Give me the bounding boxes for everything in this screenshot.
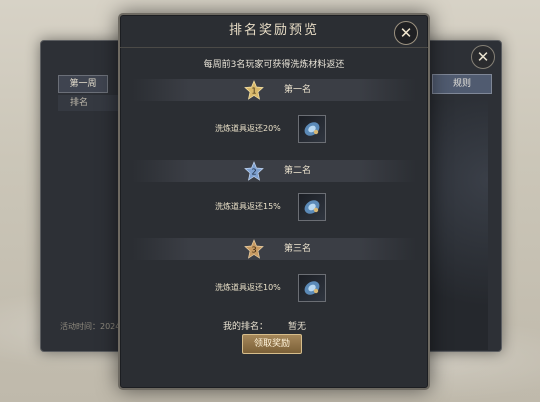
rank-label: 第一名 bbox=[284, 85, 312, 95]
close-icon: ✕ bbox=[399, 24, 413, 42]
close-icon: ✕ bbox=[476, 48, 490, 66]
modal-subtitle: 每周前3名玩家可获得洗炼材料返还 bbox=[203, 60, 345, 70]
leaderboard-close-button[interactable]: ✕ bbox=[471, 45, 495, 69]
leaderboard-side-panel bbox=[428, 100, 488, 350]
refine-item-icon bbox=[304, 122, 320, 136]
rank-reward-preview-modal: 排名奖励预览 ✕ 每周前3名玩家可获得洗炼材料返还 1 第一名 洗炼道具返还20… bbox=[118, 13, 430, 390]
reward-item-slot[interactable] bbox=[298, 274, 326, 302]
rank-label: 第三名 bbox=[284, 244, 312, 254]
activity-time-label: 活动时间：2024 bbox=[60, 322, 120, 331]
rank-one-badge-icon: 1 bbox=[244, 80, 264, 100]
svg-text:2: 2 bbox=[251, 168, 256, 177]
refine-item-icon bbox=[304, 281, 320, 295]
reward-text: 洗炼道具返还10% bbox=[215, 283, 281, 292]
my-rank-label: 我的排名： bbox=[223, 322, 269, 332]
rank-three-badge-icon: 3 bbox=[244, 239, 264, 259]
refine-item-icon bbox=[304, 200, 320, 214]
svg-text:3: 3 bbox=[251, 246, 256, 255]
reward-row-first: 洗炼道具返还20% bbox=[120, 115, 428, 143]
reward-row-third: 洗炼道具返还10% bbox=[120, 274, 428, 302]
rules-button[interactable]: 规则 bbox=[432, 74, 492, 94]
reward-item-slot[interactable] bbox=[298, 193, 326, 221]
reward-row-second: 洗炼道具返还15% bbox=[120, 193, 428, 221]
rank-header-third: 3 第三名 bbox=[132, 238, 416, 260]
svg-text:1: 1 bbox=[251, 87, 256, 96]
reward-item-slot[interactable] bbox=[298, 115, 326, 143]
modal-close-button[interactable]: ✕ bbox=[394, 21, 418, 45]
reward-text: 洗炼道具返还20% bbox=[215, 124, 281, 133]
modal-title: 排名奖励预览 bbox=[120, 15, 428, 48]
my-rank-value: 暂无 bbox=[288, 322, 307, 332]
reward-text: 洗炼道具返还15% bbox=[215, 202, 281, 211]
rank-header-first: 1 第一名 bbox=[132, 79, 416, 101]
rank-header-second: 2 第二名 bbox=[132, 160, 416, 182]
tab-week-one[interactable]: 第一周 bbox=[58, 75, 108, 93]
claim-reward-button[interactable]: 领取奖励 bbox=[242, 334, 302, 354]
rank-label: 第二名 bbox=[284, 166, 312, 176]
rank-two-badge-icon: 2 bbox=[244, 161, 264, 181]
rank-column-header: 排名 bbox=[58, 95, 118, 111]
